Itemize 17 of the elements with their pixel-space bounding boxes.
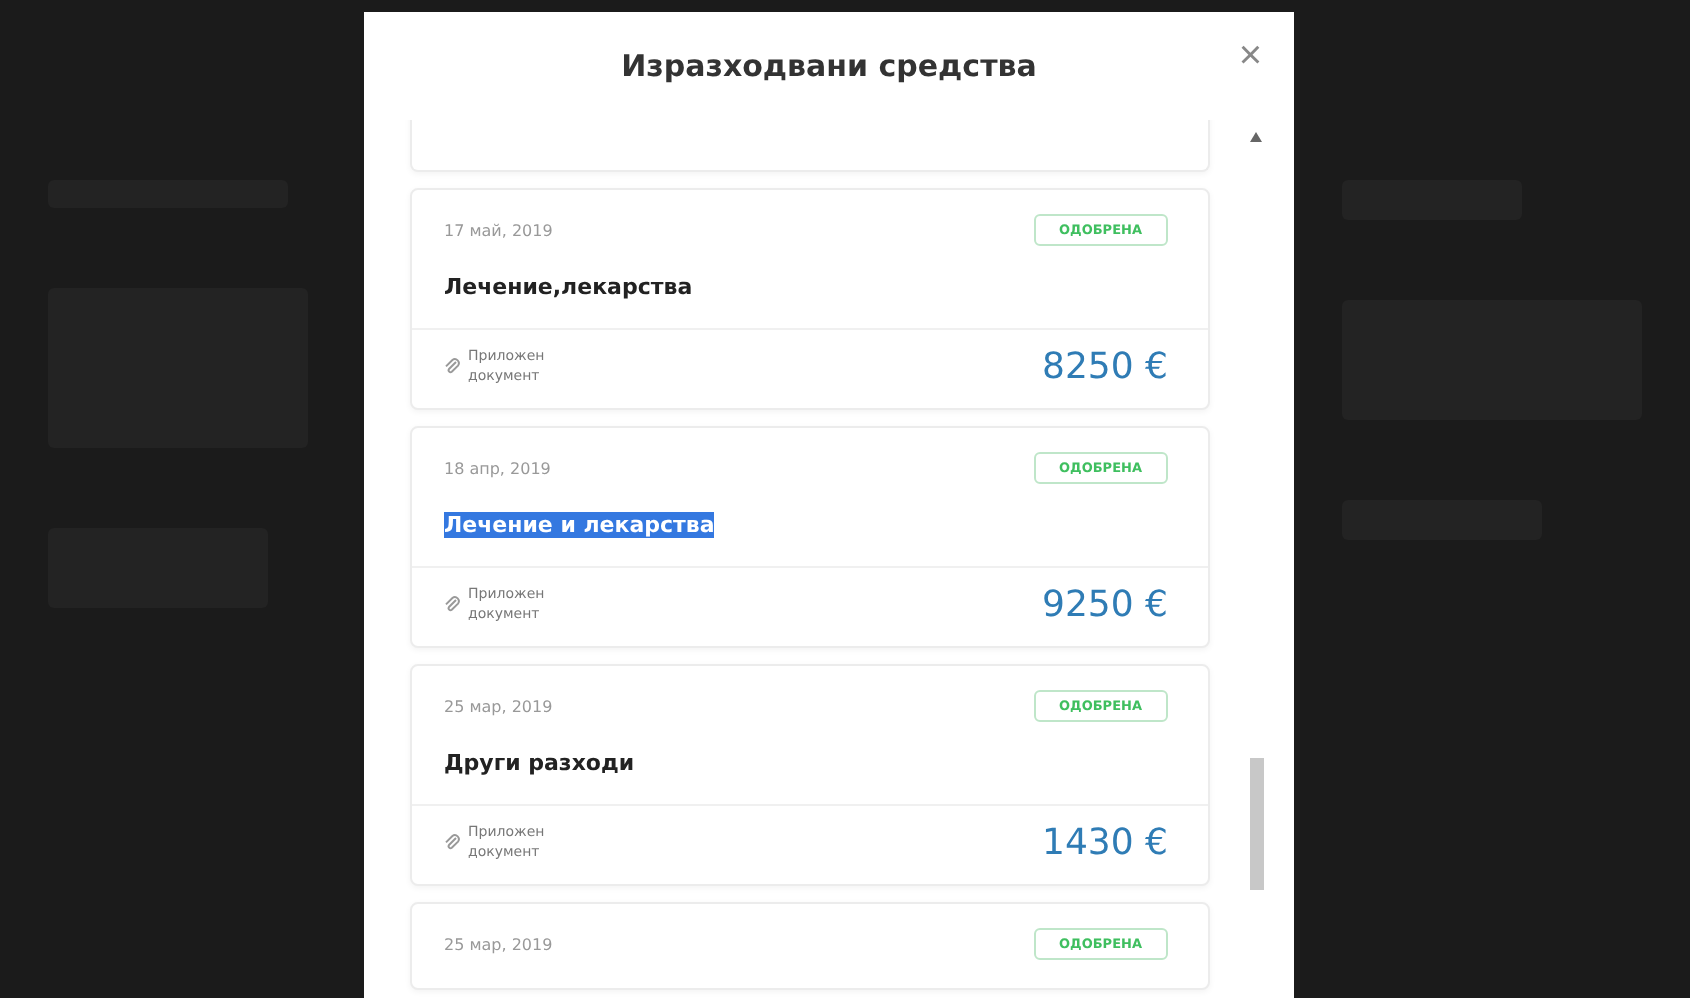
expense-amount: 1430 € xyxy=(1042,822,1168,864)
expense-date: 18 апр, 2019 xyxy=(444,459,551,477)
close-button[interactable]: × xyxy=(1230,36,1270,76)
expense-date: 17 май, 2019 xyxy=(444,221,553,239)
expense-title: Лечение,лекарства xyxy=(444,274,693,300)
dialog-title: Изразходвани средства xyxy=(621,48,1037,84)
expense-date: 25 мар, 2019 xyxy=(444,935,553,953)
scroll-up-arrow-icon[interactable] xyxy=(1250,132,1262,142)
paperclip-icon xyxy=(444,358,460,376)
scrollbar-thumb[interactable] xyxy=(1249,758,1263,890)
expense-amount: 9250 € xyxy=(1042,584,1168,626)
expense-amount: 8250 € xyxy=(1042,346,1168,388)
paperclip-icon xyxy=(444,596,460,614)
expense-title: Лечение и лекарства xyxy=(444,512,715,538)
expense-title: Други разходи xyxy=(444,750,635,776)
expense-date: 25 мар, 2019 xyxy=(444,697,553,715)
paperclip-icon xyxy=(444,834,460,852)
